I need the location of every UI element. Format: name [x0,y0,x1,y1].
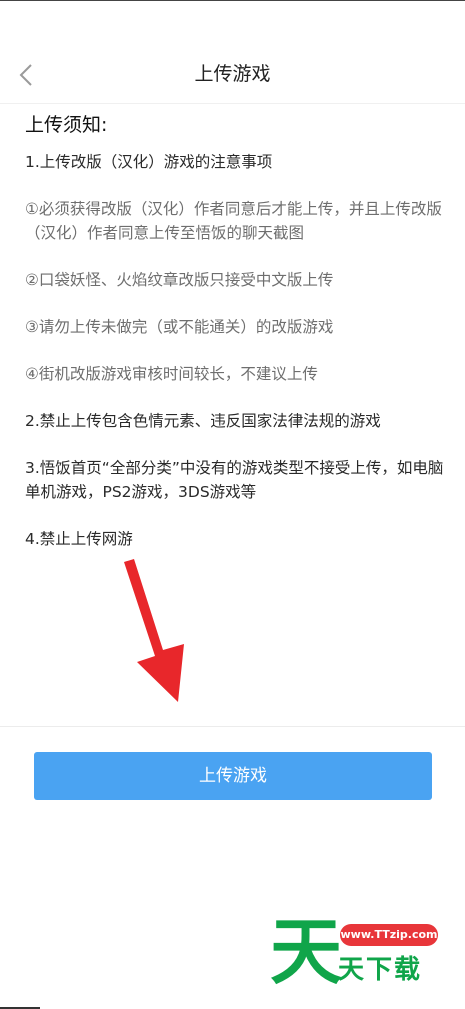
footer-divider [0,726,465,727]
watermark-text: 天下载 [338,955,423,985]
page-title: 上传游戏 [194,63,271,85]
header-divider [0,103,465,104]
notice-item-3: 3.悟饭首页“全部分类”中没有的游戏类型不接受上传，如电脑单机游戏，PS2游戏，… [25,459,444,501]
red-arrow-annotation [124,559,184,702]
notice-subitem-2: ②口袋妖怪、火焰纹章改版只接受中文版上传 [25,271,334,289]
notice-content: 上传须知: 1.上传改版（汉化）游戏的注意事项 ①必须获得改版（汉化）作者同意后… [25,108,450,551]
notice-subitem-4: ④街机改版游戏审核时间较长，不建议上传 [25,365,318,383]
upload-game-button[interactable]: 上传游戏 [34,752,432,800]
watermark-url: www.TTzip.com [340,924,438,946]
app-header: 上传游戏 [0,1,465,103]
notice-subitem-3: ③请勿上传未做完（或不能通关）的改版游戏 [25,318,334,336]
notice-item-4: 4.禁止上传网游 [25,530,133,548]
notice-heading: 上传须知: [25,114,108,136]
site-watermark: 天 www.TTzip.com 天下载 [262,912,452,1004]
watermark-glyph: 天 [270,910,343,994]
notice-item-2: 2.禁止上传包含色情元素、违反国家法律法规的游戏 [25,412,381,430]
notice-subitem-1: ①必须获得改版（汉化）作者同意后才能上传，并且上传改版（汉化）作者同意上传至悟饭… [25,200,442,242]
notice-item-1: 1.上传改版（汉化）游戏的注意事项 [25,153,273,171]
